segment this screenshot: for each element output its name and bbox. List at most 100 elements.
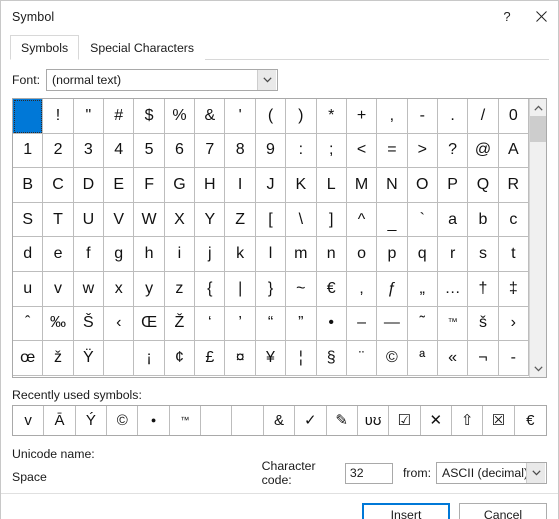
symbol-cell[interactable]: B (13, 168, 44, 203)
recently-used-symbols-grid[interactable]: ᴠ Ā Ý © ● ™ & ✓ ✎ ʋʊ ☑ ✕ ⇧ ☒ € (12, 405, 547, 436)
insert-button[interactable]: Insert (362, 502, 450, 519)
recent-symbol-cell[interactable]: ✓ (295, 406, 327, 435)
cancel-button[interactable]: Cancel (459, 502, 547, 519)
recent-symbol-cell[interactable]: © (107, 406, 139, 435)
symbol-cell[interactable]: y (134, 271, 165, 307)
symbol-cell[interactable]: $ (134, 99, 165, 134)
symbol-cell[interactable]: = (377, 133, 408, 169)
symbol-cell[interactable]: ; (316, 133, 347, 169)
symbol-cell[interactable]: " (73, 99, 105, 134)
symbol-cell[interactable]: Ÿ (73, 341, 105, 376)
symbol-cell[interactable]: ] (316, 202, 347, 238)
symbol-cell[interactable]: n (316, 237, 347, 272)
symbol-cell[interactable]: 8 (225, 133, 256, 169)
symbol-cell[interactable]: 3 (73, 133, 105, 169)
chevron-down-icon[interactable] (257, 70, 277, 90)
symbol-cell[interactable]: | (225, 271, 256, 307)
symbol-cell[interactable]: ˆ (13, 306, 44, 342)
symbol-cell[interactable]: Š (73, 306, 105, 342)
recent-symbol-cell[interactable]: ʋʊ (358, 406, 390, 435)
symbol-cell[interactable]: w (73, 271, 105, 307)
symbol-cell[interactable]: t (498, 237, 529, 272)
scrollbar-thumb[interactable] (530, 116, 546, 142)
symbol-cell[interactable]: V (104, 202, 135, 238)
symbol-cell[interactable]: z (164, 271, 196, 307)
symbol-cell[interactable]: … (437, 271, 469, 307)
symbol-cell[interactable]: i (164, 237, 196, 272)
symbol-cell[interactable]: } (255, 271, 287, 307)
symbol-cell[interactable]: s (468, 237, 499, 272)
symbol-cell[interactable]: « (437, 341, 469, 376)
symbol-cell[interactable]: \ (286, 202, 317, 238)
symbol-cell[interactable]: ¡ (134, 341, 165, 376)
symbol-cell[interactable]: £ (195, 341, 226, 376)
symbol-cell[interactable]: ` (407, 202, 438, 238)
symbol-cell[interactable]: € (316, 271, 347, 307)
symbol-cell[interactable]: [ (255, 202, 287, 238)
symbol-cell[interactable]: ? (437, 133, 469, 169)
symbol-cell[interactable]: r (437, 237, 469, 272)
symbol-cell[interactable]: { (195, 271, 226, 307)
symbol-cell[interactable]: – (346, 306, 378, 342)
recent-symbol-cell[interactable]: ᴠ (13, 406, 45, 435)
symbol-cell[interactable]: H (195, 168, 226, 203)
symbol-cell[interactable]: q (407, 237, 438, 272)
symbol-cell[interactable]: 1 (13, 133, 44, 169)
symbol-cell[interactable]: ¥ (255, 341, 287, 376)
recent-symbol-cell[interactable]: ● (138, 406, 170, 435)
symbol-cell[interactable]: M (346, 168, 378, 203)
symbol-cell[interactable]: ” (286, 306, 317, 342)
recent-symbol-cell[interactable]: ✎ (327, 406, 358, 435)
symbol-cell[interactable]: ¦ (286, 341, 317, 376)
symbol-cell[interactable]: Q (468, 168, 499, 203)
symbol-cell[interactable]: . (437, 99, 469, 134)
symbol-cell[interactable]: # (104, 99, 135, 134)
symbol-cell[interactable]: ’ (225, 306, 256, 342)
tab-symbols[interactable]: Symbols (10, 35, 80, 60)
chevron-down-icon[interactable] (530, 360, 546, 377)
symbol-cell[interactable]: N (377, 168, 408, 203)
symbol-cell[interactable]: ˜ (407, 306, 438, 342)
symbol-grid[interactable]: ! " # $% & '() * +, -./0 1 2 3 4 5 6 7 8 9:; < = >? @ A B C D E F G H… (13, 99, 529, 377)
symbol-cell[interactable]: x (104, 271, 135, 307)
symbol-cell[interactable]: ‹ (104, 306, 135, 342)
symbol-cell[interactable]: ¤ (225, 341, 256, 376)
symbol-cell[interactable]: † (468, 271, 499, 307)
recent-symbol-cell[interactable]: ☑ (389, 406, 421, 435)
symbol-cell[interactable]: ¨ (346, 341, 378, 376)
symbol-cell[interactable]: š (468, 306, 499, 342)
recent-symbol-cell[interactable]: ™ (170, 406, 202, 435)
symbol-cell[interactable]: 4 (104, 133, 135, 169)
recent-symbol-cell[interactable]: ☒ (483, 406, 515, 435)
symbol-cell[interactable]: 2 (43, 133, 74, 169)
symbol-cell[interactable]: v (43, 271, 74, 307)
symbol-cell[interactable]: p (377, 237, 408, 272)
recent-symbol-cell[interactable]: Ý (76, 406, 108, 435)
symbol-grid-scrollbar[interactable] (529, 99, 546, 377)
symbol-cell[interactable]: * (316, 99, 347, 134)
help-button[interactable]: ? (490, 2, 524, 31)
from-select[interactable]: ASCII (decimal) (436, 462, 547, 484)
symbol-cell[interactable]: Y (195, 202, 226, 238)
symbol-cell[interactable]: d (13, 237, 44, 272)
recent-symbol-cell[interactable]: ⇧ (452, 406, 484, 435)
recent-symbol-cell[interactable] (201, 406, 233, 435)
symbol-cell[interactable]: < (346, 133, 378, 169)
symbol-cell[interactable]: E (104, 168, 135, 203)
symbol-cell[interactable]: K (286, 168, 317, 203)
symbol-cell[interactable]: D (73, 168, 105, 203)
recent-symbol-cell[interactable] (232, 406, 264, 435)
symbol-cell[interactable]: k (225, 237, 256, 272)
symbol-cell[interactable]: ‰ (43, 306, 74, 342)
symbol-cell[interactable]: o (346, 237, 378, 272)
symbol-cell[interactable]: œ (13, 341, 44, 376)
symbol-cell[interactable]: m (286, 237, 317, 272)
symbol-cell[interactable]: c (498, 202, 529, 238)
symbol-cell[interactable]: b (468, 202, 499, 238)
symbol-cell[interactable]: & (195, 99, 226, 134)
symbol-cell[interactable]: a (437, 202, 469, 238)
symbol-cell[interactable]: 0 (498, 99, 529, 134)
symbol-cell[interactable]: L (316, 168, 347, 203)
symbol-cell[interactable]: § (316, 341, 347, 376)
symbol-cell[interactable]: - (498, 341, 529, 376)
